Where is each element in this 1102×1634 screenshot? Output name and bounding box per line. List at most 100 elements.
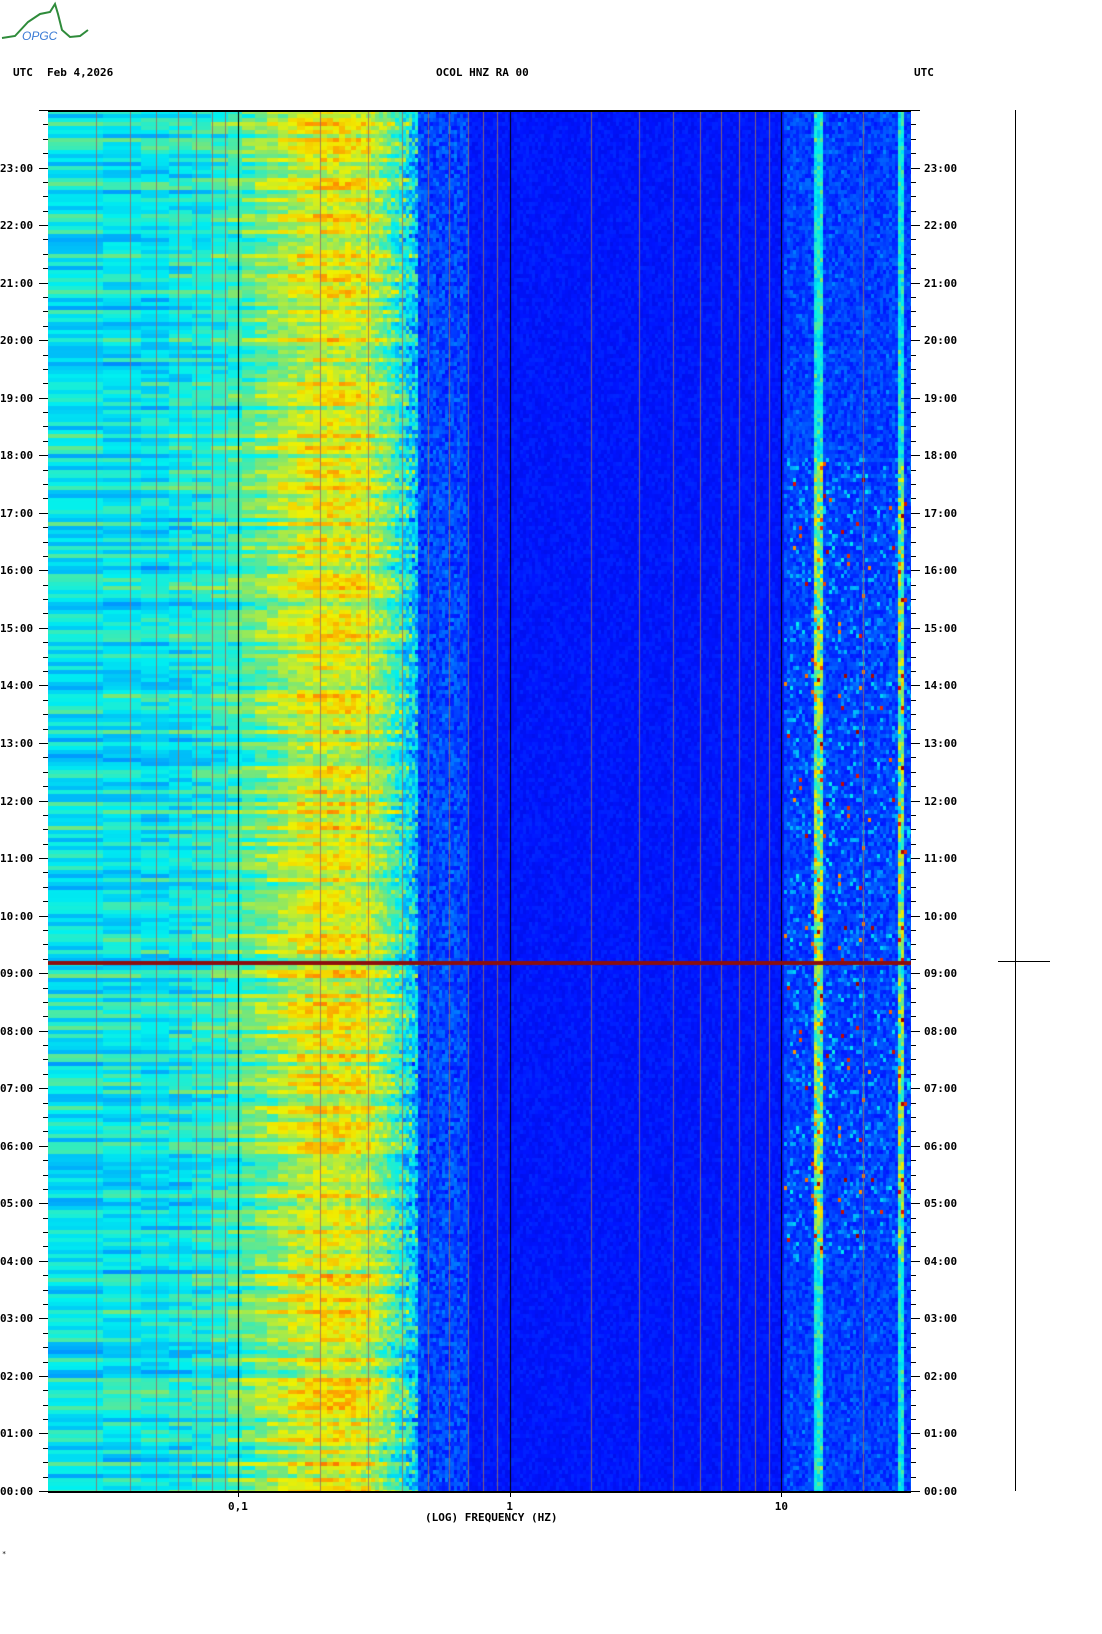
y-tick-label-right: 21:00 (924, 276, 958, 290)
y-tick-right (911, 1045, 916, 1046)
y-tick-left (43, 988, 48, 989)
y-tick-right (911, 383, 916, 384)
y-tick-left (39, 513, 48, 514)
y-tick-right (911, 1088, 920, 1089)
y-tick-left (43, 1189, 48, 1190)
y-tick-left (43, 1304, 48, 1305)
y-tick-left (43, 196, 48, 197)
y-tick-right (911, 714, 916, 715)
y-tick-right (911, 484, 916, 485)
y-tick-right (911, 1362, 916, 1363)
y-tick-left (39, 973, 48, 974)
y-tick-left (43, 815, 48, 816)
y-tick-right (911, 700, 916, 701)
y-tick-right (911, 801, 920, 802)
y-tick-right (911, 844, 916, 845)
y-tick-right (911, 110, 920, 111)
y-tick-label-left: 07:00 (0, 1082, 34, 1096)
y-tick-right (911, 340, 920, 341)
y-tick-label-right: 07:00 (924, 1082, 958, 1096)
y-tick-right (911, 1390, 916, 1391)
station-label: OCOL HNZ RA 00 (436, 66, 529, 79)
y-tick-left (43, 657, 48, 658)
y-tick-right (911, 182, 916, 183)
y-tick-left (43, 182, 48, 183)
y-tick-right (911, 916, 920, 917)
y-tick-left (43, 484, 48, 485)
y-tick-label-right: 22:00 (924, 219, 958, 233)
y-tick-left (43, 901, 48, 902)
y-tick-left (39, 858, 48, 859)
svg-text:OPGC: OPGC (22, 29, 58, 43)
y-tick-right (911, 326, 916, 327)
y-tick-right (911, 1275, 916, 1276)
y-tick-right (911, 858, 920, 859)
y-tick-right (911, 1405, 916, 1406)
y-tick-left (43, 1175, 48, 1176)
y-tick-left (43, 1477, 48, 1478)
y-tick-right (911, 815, 916, 816)
y-tick-right (911, 1016, 916, 1017)
y-tick-right (911, 930, 916, 931)
y-tick-right (911, 685, 920, 686)
y-tick-right (911, 1448, 916, 1449)
y-tick-left (43, 369, 48, 370)
y-tick-left (43, 311, 48, 312)
y-tick-left (43, 1103, 48, 1104)
y-tick-label-left: 17:00 (0, 506, 34, 520)
y-tick-label-left: 13:00 (0, 736, 34, 750)
y-tick-left (39, 743, 48, 744)
y-tick-label-right: 13:00 (924, 736, 958, 750)
y-tick-label-right: 19:00 (924, 391, 958, 405)
y-tick-left (43, 1059, 48, 1060)
y-tick-right (911, 513, 920, 514)
y-tick-right (911, 124, 916, 125)
y-tick-left (43, 1390, 48, 1391)
y-tick-right (911, 470, 916, 471)
y-tick-right (911, 872, 916, 873)
y-tick-right (911, 1203, 920, 1204)
y-tick-left (43, 153, 48, 154)
y-tick-right (911, 1318, 920, 1319)
y-tick-label-right: 20:00 (924, 334, 958, 348)
y-tick-label-right: 12:00 (924, 794, 958, 808)
y-tick-left (43, 613, 48, 614)
y-tick-right (911, 585, 916, 586)
y-tick-right (911, 441, 916, 442)
y-tick-right (911, 211, 916, 212)
y-tick-right (911, 556, 916, 557)
y-tick-label-right: 18:00 (924, 449, 958, 463)
y-tick-right (911, 1218, 916, 1219)
y-tick-right (911, 153, 916, 154)
y-tick-right (911, 455, 920, 456)
y-tick-left (43, 786, 48, 787)
y-tick-left (43, 1246, 48, 1247)
y-tick-right (911, 225, 920, 226)
y-tick-left (43, 527, 48, 528)
spectrogram-heatmap (48, 110, 911, 1491)
opgc-logo: OPGC (1, 1, 89, 43)
y-tick-left (39, 225, 48, 226)
y-tick-left (43, 355, 48, 356)
y-tick-label-left: 02:00 (0, 1369, 34, 1383)
y-tick-label-left: 12:00 (0, 794, 34, 808)
y-tick-right (911, 412, 916, 413)
y-tick-label-left: 20:00 (0, 334, 34, 348)
y-tick-right (911, 757, 916, 758)
y-tick-left (39, 570, 48, 571)
y-tick-right (911, 1246, 916, 1247)
y-tick-right (911, 642, 916, 643)
y-tick-right (911, 1189, 916, 1190)
y-tick-right (911, 1477, 916, 1478)
y-tick-right (911, 1160, 916, 1161)
y-tick-right (911, 1146, 920, 1147)
y-tick-right (911, 1261, 920, 1262)
y-tick-left (39, 1318, 48, 1319)
y-tick-left (39, 340, 48, 341)
y-tick-label-left: 23:00 (0, 161, 34, 175)
y-tick-left (39, 1203, 48, 1204)
y-tick-left (43, 714, 48, 715)
y-tick-label-right: 03:00 (924, 1312, 958, 1326)
y-tick-left (39, 455, 48, 456)
y-tick-label-left: 16:00 (0, 564, 34, 578)
